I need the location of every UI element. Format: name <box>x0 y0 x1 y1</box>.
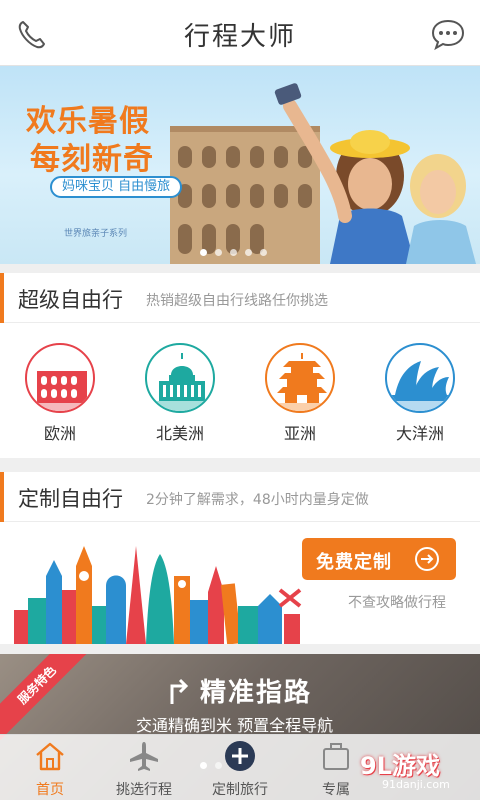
airplane-icon <box>130 742 158 771</box>
section-title: 定制自由行 <box>18 487 123 511</box>
world-landmarks-skyline-illustration <box>14 546 302 644</box>
pagoda-icon <box>265 343 335 413</box>
section-header-free-travel[interactable]: 超级自由行 热销超级自由行线路任你挑选 <box>0 273 480 323</box>
nav-home[interactable]: 首页 <box>2 739 98 799</box>
region-label: 亚洲 <box>283 424 316 443</box>
nav-label: 挑选行程 <box>116 782 172 798</box>
region-label: 大洋洲 <box>395 424 444 443</box>
colosseum-icon <box>25 343 95 413</box>
arrow-right-circle-icon <box>415 547 439 571</box>
section-subtitle: 热销超级自由行线路任你挑选 <box>146 293 328 309</box>
promo-banner[interactable]: 欢乐暑假 每刻新奇 妈咪宝贝 自由慢旅 世界旅亲子系列 <box>0 66 480 264</box>
pager-dot[interactable] <box>260 249 267 256</box>
service-badge: 服务特色 <box>0 654 93 741</box>
pager-dot[interactable] <box>230 249 237 256</box>
colosseum-photo-illustration <box>170 83 476 264</box>
plus-circle-icon <box>225 741 255 771</box>
nav-label: 首页 <box>36 782 64 798</box>
nav-label: 定制旅行 <box>212 782 268 798</box>
watermark-site: 91danji.com <box>382 778 450 791</box>
capitol-icon <box>145 343 215 413</box>
section-subtitle: 2分钟了解需求，48小时内量身定做 <box>146 492 369 508</box>
banner-headline-2: 每刻新奇 <box>30 142 154 177</box>
region-asia[interactable]: 亚洲 <box>250 343 350 444</box>
app-screen: 行程大师 欢乐暑假 每刻新奇 妈咪宝贝 自由慢旅 世界旅亲子系列 超级自由行 热… <box>0 0 480 800</box>
pager-dot[interactable] <box>245 249 252 256</box>
briefcase-icon <box>323 743 349 770</box>
custom-note: 不查攻略做行程 <box>348 595 446 611</box>
custom-travel-card: 免费定制 不查攻略做行程 <box>0 522 480 644</box>
service-subtitle: 交通精确到米 预置全程导航 <box>136 716 334 735</box>
nav-custom-travel[interactable]: 定制旅行 <box>192 739 288 799</box>
banner-series-label: 世界旅亲子系列 <box>64 229 128 239</box>
turn-arrow-icon <box>170 678 189 704</box>
region-label: 欧洲 <box>43 424 76 443</box>
region-europe[interactable]: 欧洲 <box>10 343 110 444</box>
page-title: 行程大师 <box>183 22 296 52</box>
home-icon <box>36 742 64 771</box>
region-north-america[interactable]: 北美洲 <box>130 343 230 444</box>
chat-bubble-icon[interactable] <box>430 16 466 52</box>
pager-dot[interactable] <box>200 249 207 256</box>
button-label: 免费定制 <box>316 552 392 573</box>
banner-pager[interactable] <box>200 249 267 256</box>
top-bar: 行程大师 <box>0 0 480 66</box>
pager-dot[interactable] <box>215 249 222 256</box>
region-label: 北美洲 <box>155 424 204 443</box>
section-accent-bar <box>0 273 4 323</box>
region-list: 欧洲 北美洲 亚洲 大洋洲 <box>0 323 480 458</box>
site-watermark: 9L游戏 91danji.com <box>354 744 472 796</box>
section-accent-bar <box>0 472 4 522</box>
banner-tagline: 妈咪宝贝 自由慢旅 <box>50 176 183 198</box>
section-header-custom-travel[interactable]: 定制自由行 2分钟了解需求，48小时内量身定做 <box>0 472 480 522</box>
free-customize-button[interactable]: 免费定制 <box>302 538 456 580</box>
region-oceania[interactable]: 大洋洲 <box>370 343 470 444</box>
service-title: 精准指路 <box>200 678 313 708</box>
nav-pick-trip[interactable]: 挑选行程 <box>96 739 192 799</box>
opera-house-icon <box>385 343 455 413</box>
section-title: 超级自由行 <box>18 288 123 312</box>
watermark-brand: 9L游戏 <box>360 752 440 780</box>
